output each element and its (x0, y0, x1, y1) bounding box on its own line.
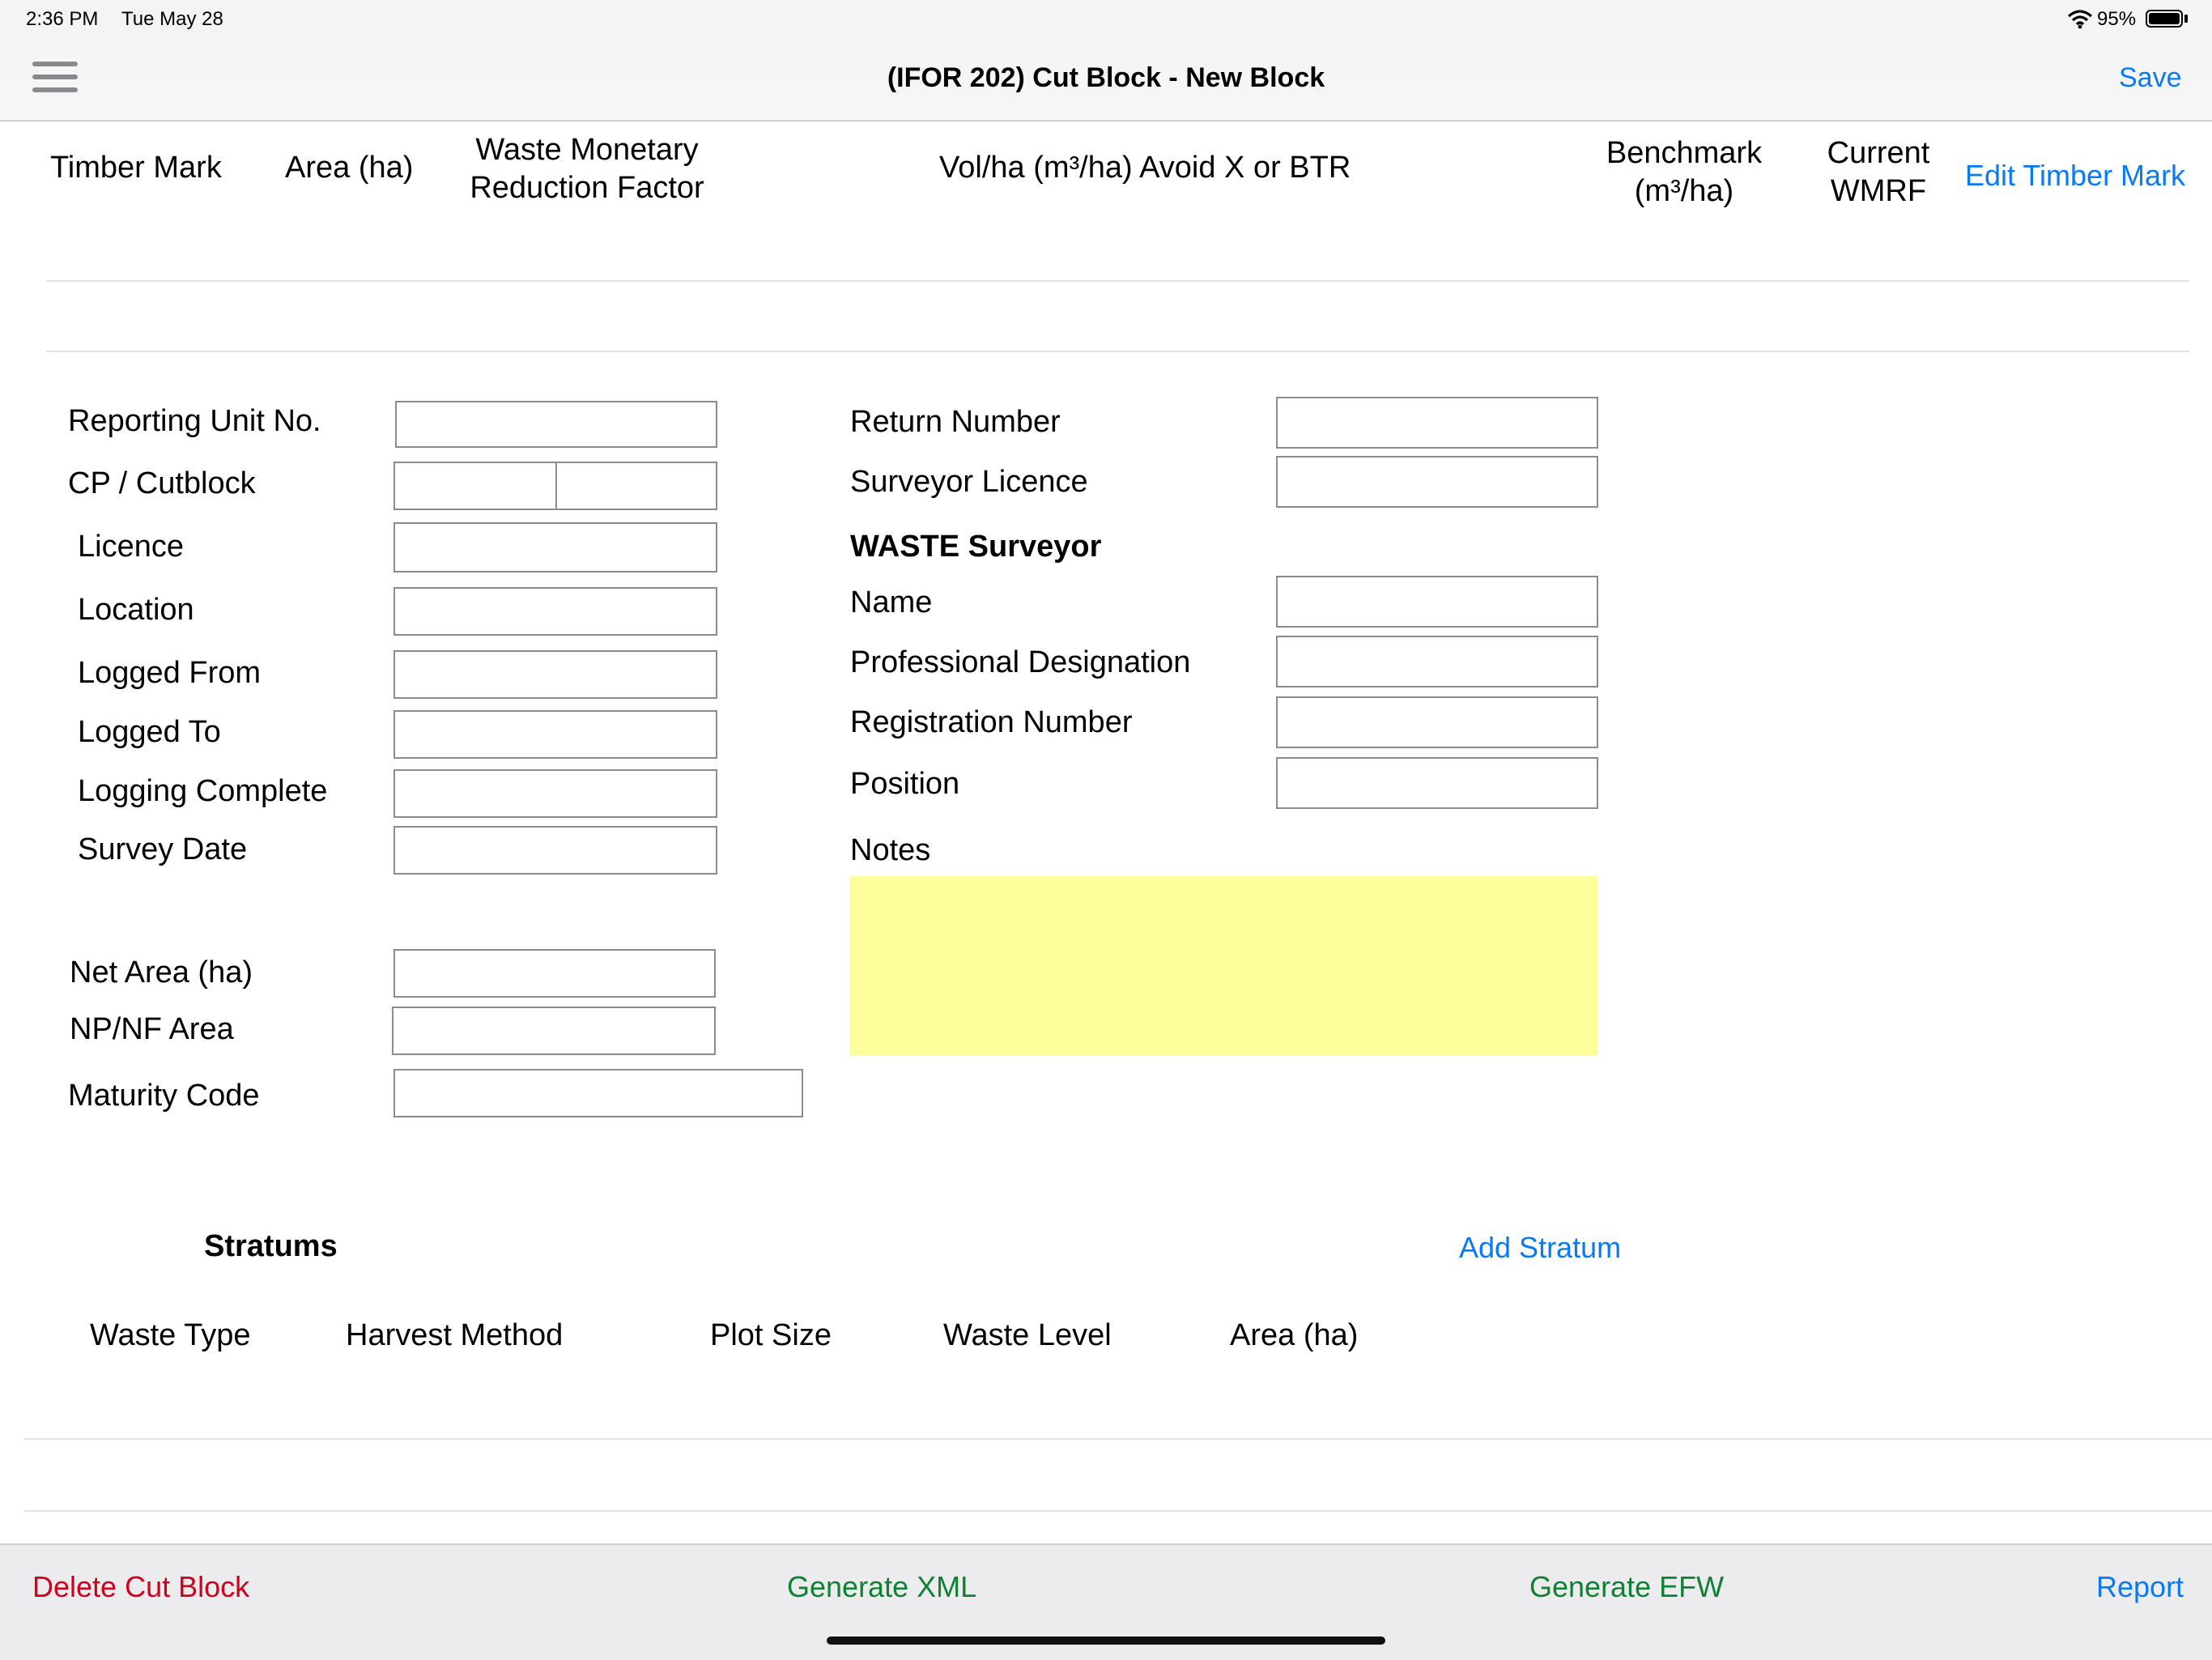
notes-textarea[interactable] (849, 876, 1597, 1055)
logged-from-label: Logged From (78, 656, 262, 690)
header-wmrf-line1: Waste Monetary (475, 133, 699, 167)
header-current-line1: Current (1827, 136, 1930, 170)
edit-timber-mark-button[interactable]: Edit Timber Mark (1965, 159, 2185, 193)
logged-from-input[interactable] (393, 650, 717, 699)
add-stratum-button[interactable]: Add Stratum (1459, 1231, 1621, 1265)
maturity-code-label: Maturity Code (68, 1079, 260, 1113)
logged-to-input[interactable] (393, 710, 717, 759)
maturity-code-input[interactable] (393, 1069, 803, 1117)
divider (46, 280, 2189, 282)
header-current-wmrf: Current WMRF (1802, 134, 1955, 211)
location-input[interactable] (393, 587, 717, 636)
waste-surveyor-heading: WASTE Surveyor (850, 530, 1102, 564)
stratum-column-plot-size: Plot Size (710, 1318, 832, 1352)
net-area-label: Net Area (ha) (70, 956, 253, 990)
name-input[interactable] (1276, 576, 1598, 628)
generate-xml-button[interactable]: Generate XML (787, 1570, 976, 1604)
battery-icon (2146, 10, 2183, 28)
np-nf-area-input[interactable] (392, 1007, 716, 1055)
header-area: Area (ha) (285, 151, 414, 185)
logging-complete-label: Logging Complete (78, 774, 328, 808)
status-bar: 2:36 PM Tue May 28 95% (0, 0, 2212, 39)
page-title: (IFOR 202) Cut Block - New Block (887, 62, 1325, 93)
licence-label: Licence (78, 530, 184, 564)
cp-cutblock-label: CP / Cutblock (68, 466, 256, 500)
header-wmrf-line2: Reduction Factor (470, 171, 704, 205)
stratum-column-area: Area (ha) (1230, 1318, 1359, 1352)
status-time: 2:36 PM (26, 8, 99, 30)
report-button[interactable]: Report (2096, 1570, 2184, 1604)
divider (24, 1510, 2212, 1512)
reporting-unit-label: Reporting Unit No. (68, 404, 321, 438)
wifi-icon (2067, 10, 2093, 29)
name-label: Name (850, 585, 933, 619)
position-input[interactable] (1276, 757, 1598, 809)
stratum-column-harvest-method: Harvest Method (346, 1318, 564, 1352)
survey-date-input[interactable] (393, 826, 717, 875)
cp-input[interactable] (393, 462, 558, 510)
net-area-input[interactable] (393, 949, 716, 998)
header-timber-mark: Timber Mark (50, 151, 222, 185)
professional-designation-label: Professional Designation (850, 645, 1191, 679)
logged-to-label: Logged To (78, 715, 221, 749)
divider (24, 1438, 2212, 1440)
header-vol-avoid: Vol/ha (m³/ha) Avoid X or BTR (939, 151, 1351, 185)
logging-complete-input[interactable] (393, 769, 717, 818)
divider (46, 351, 2189, 352)
stratums-heading: Stratums (204, 1229, 338, 1263)
battery-cap-icon (2184, 15, 2188, 23)
save-button[interactable]: Save (2119, 62, 2182, 94)
return-number-label: Return Number (850, 405, 1061, 439)
battery-percent: 95% (2097, 8, 2137, 30)
header-current-line2: WMRF (1830, 174, 1927, 208)
surveyor-licence-input[interactable] (1276, 456, 1598, 508)
header-benchmark: Benchmark (m³/ha) (1587, 134, 1781, 211)
professional-designation-input[interactable] (1276, 636, 1598, 687)
licence-input[interactable] (393, 522, 717, 572)
registration-number-label: Registration Number (850, 705, 1133, 739)
stratum-column-waste-type: Waste Type (90, 1318, 251, 1352)
notes-label: Notes (850, 833, 931, 867)
registration-number-input[interactable] (1276, 696, 1598, 748)
location-label: Location (78, 593, 194, 627)
delete-cut-block-button[interactable]: Delete Cut Block (32, 1570, 249, 1604)
header-benchmark-line2: (m³/ha) (1634, 174, 1734, 208)
position-label: Position (850, 767, 960, 801)
cutblock-input[interactable] (555, 462, 717, 510)
return-number-input[interactable] (1276, 397, 1598, 449)
header-wmrf: Waste Monetary Reduction Factor (453, 131, 721, 207)
stratum-column-waste-level: Waste Level (943, 1318, 1112, 1352)
generate-efw-button[interactable]: Generate EFW (1529, 1570, 1724, 1604)
home-indicator[interactable] (827, 1637, 1385, 1645)
status-date: Tue May 28 (121, 8, 223, 30)
reporting-unit-input[interactable] (395, 401, 717, 448)
survey-date-label: Survey Date (78, 832, 248, 866)
surveyor-licence-label: Surveyor Licence (850, 465, 1088, 499)
header-benchmark-line1: Benchmark (1606, 136, 1763, 170)
np-nf-area-label: NP/NF Area (70, 1012, 234, 1046)
